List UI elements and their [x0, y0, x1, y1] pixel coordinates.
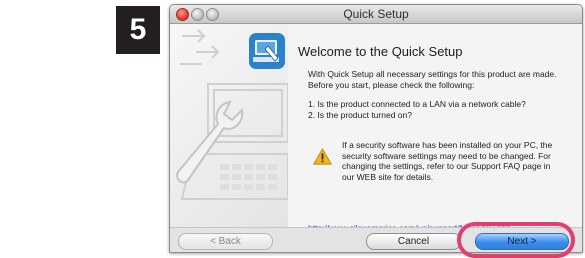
security-warning-text: If a security software has been installe…: [342, 140, 574, 182]
warning-icon: [313, 148, 332, 165]
warning-line: our WEB site for details.: [342, 171, 434, 182]
quick-setup-window: Quick Setup Welcome to the Quick Setup W…: [169, 4, 583, 253]
back-button[interactable]: < Back: [178, 233, 273, 250]
welcome-heading: Welcome to the Quick Setup: [298, 44, 463, 59]
window-title: Quick Setup: [343, 7, 409, 21]
checklist: 1. Is the product connected to a LAN via…: [308, 99, 574, 120]
intro-text: With Quick Setup all necessary settings …: [308, 69, 574, 90]
intro-line: With Quick Setup all necessary settings …: [308, 69, 557, 79]
intro-line: Before you start, please check the follo…: [308, 79, 475, 90]
checklist-item: 2. Is the product turned on?: [308, 109, 412, 120]
checklist-item: 1. Is the product connected to a LAN via…: [308, 99, 526, 109]
network-setup-icon: [249, 33, 285, 69]
title-bar: Quick Setup: [170, 5, 582, 24]
warning-line: changing the settings, refer to our Supp…: [342, 161, 551, 171]
warning-line: If a security software has been installe…: [342, 140, 553, 150]
warning-line: security software settings may need to b…: [342, 150, 551, 161]
cancel-button[interactable]: Cancel: [366, 233, 461, 250]
step-number-badge: 5: [116, 6, 160, 54]
next-button-highlight: [457, 222, 575, 258]
